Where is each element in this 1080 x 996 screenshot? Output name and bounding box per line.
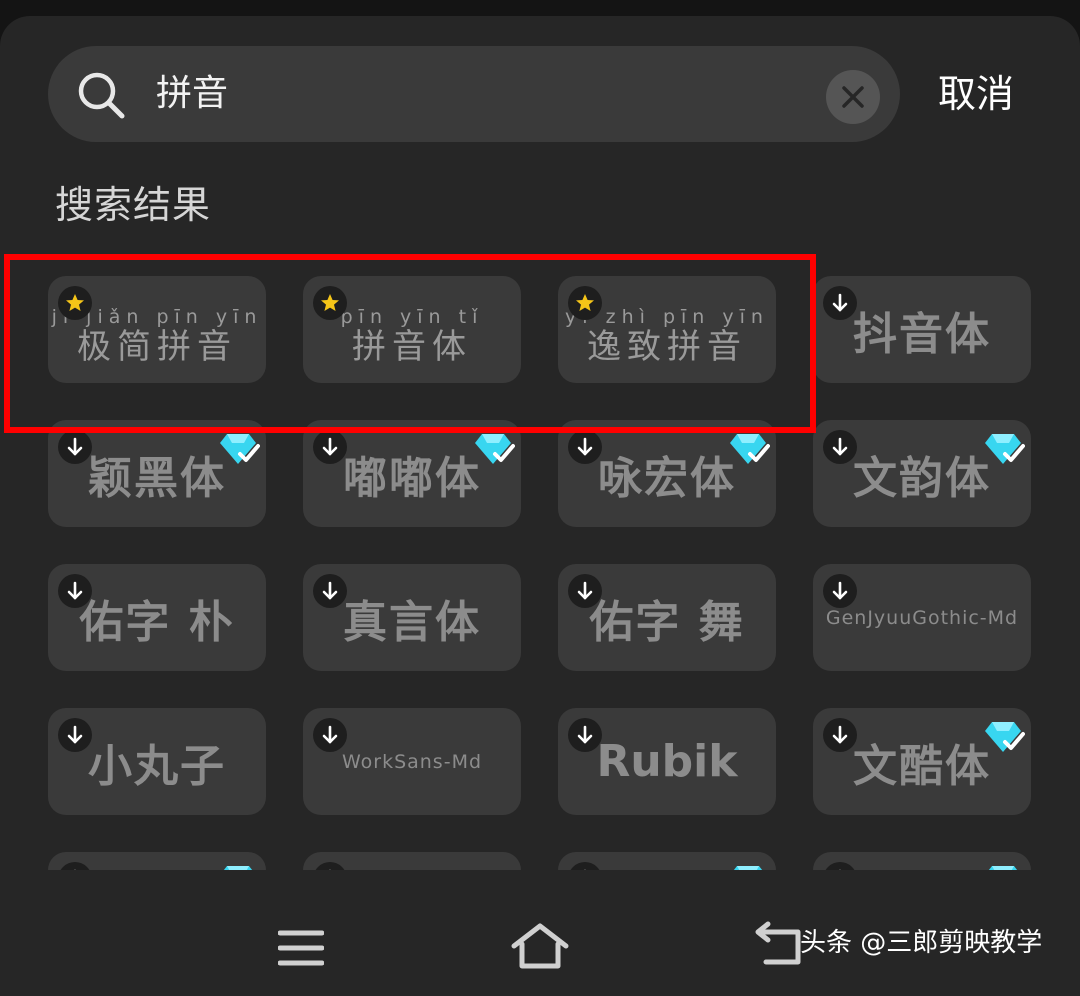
search-bar[interactable]: 拼音	[48, 46, 900, 142]
clear-search-button[interactable]	[826, 70, 880, 124]
section-title: 搜索结果	[55, 183, 212, 227]
font-tile[interactable]: 佑字 舞	[558, 564, 776, 671]
font-tile[interactable]: Rubik	[558, 708, 776, 815]
download-icon	[58, 718, 92, 752]
download-icon	[568, 574, 602, 608]
download-icon	[823, 286, 857, 320]
download-icon	[313, 574, 347, 608]
font-tile[interactable]: 文韵体	[813, 420, 1031, 527]
download-icon	[823, 574, 857, 608]
font-tile[interactable]: 嘟嘟体	[303, 420, 521, 527]
font-tile[interactable]: 真言体	[303, 564, 521, 671]
menu-icon[interactable]	[278, 928, 324, 968]
diamond-icon	[985, 434, 1025, 464]
font-tile[interactable]: 咏宏体	[558, 420, 776, 527]
home-icon[interactable]	[510, 922, 570, 970]
diamond-icon	[985, 722, 1025, 752]
download-icon	[58, 574, 92, 608]
font-tile[interactable]: 文酷体	[813, 708, 1031, 815]
diamond-icon	[220, 434, 260, 464]
font-tile[interactable]: 抖音体	[813, 276, 1031, 383]
search-input[interactable]: 拼音	[156, 46, 228, 142]
download-icon	[823, 430, 857, 464]
cancel-button[interactable]: 取消	[938, 46, 1014, 142]
download-icon	[58, 430, 92, 464]
font-tile[interactable]: 佑字 朴	[48, 564, 266, 671]
watermark: 头条 @三郎剪映教学	[800, 928, 1043, 958]
download-icon	[313, 430, 347, 464]
download-icon	[823, 718, 857, 752]
download-icon	[313, 718, 347, 752]
font-tile[interactable]: WorkSans-Md	[303, 708, 521, 815]
download-icon	[568, 718, 602, 752]
font-tile[interactable]	[813, 852, 1031, 870]
font-tile[interactable]: 颖黑体	[48, 420, 266, 527]
close-icon	[842, 86, 864, 108]
font-tile[interactable]: 小丸子	[48, 708, 266, 815]
font-tile[interactable]	[558, 852, 776, 870]
back-icon[interactable]	[754, 920, 806, 968]
font-tile[interactable]	[303, 852, 521, 870]
font-tile[interactable]: GenJyuuGothic-Md	[813, 564, 1031, 671]
download-icon	[568, 430, 602, 464]
font-search-panel: 拼音 取消 搜索结果 jí jiǎn pīn yīn 极简拼音 pīn yīn tǐ…	[0, 16, 1080, 996]
highlight-box	[4, 254, 816, 433]
font-tile[interactable]	[48, 852, 266, 870]
diamond-icon	[730, 434, 770, 464]
diamond-icon	[475, 434, 515, 464]
search-icon	[78, 72, 125, 119]
